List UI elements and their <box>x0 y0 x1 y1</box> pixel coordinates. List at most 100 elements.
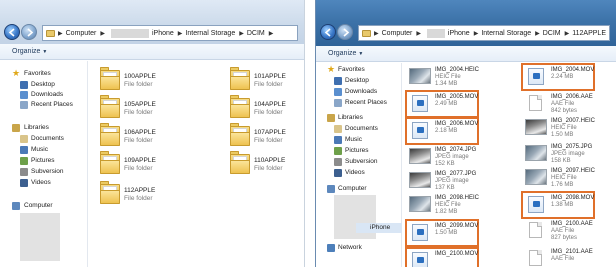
file-item[interactable]: IMG_2006.AAE AAE File 842 bytes <box>523 92 616 116</box>
file-item[interactable]: IMG_2098.HEIC HEIC File 1.82 MB <box>407 193 511 217</box>
organize-button[interactable]: Organize ▼ <box>12 48 47 55</box>
file-item[interactable]: IMG_2004.HEIC HEIC File 1.34 MB <box>407 65 511 89</box>
file-item-highlighted[interactable]: IMG_2005.MOV 2.49 MB <box>405 90 479 118</box>
file-size: 1.82 MB <box>435 209 458 215</box>
address-bar[interactable]: ▶ Computer ▶ iPhone ▶ Internal Storage ▶… <box>42 25 298 41</box>
nav-pictures-label: Pictures <box>345 147 369 154</box>
redacted-device-name <box>110 28 149 38</box>
nav-computer-label: Computer <box>338 185 367 192</box>
file-name: IMG_2075.JPG <box>551 144 593 150</box>
file-item[interactable]: IMG_2075.JPG JPEG image 158 KB <box>523 142 616 166</box>
folder-name: 106APPLE <box>124 129 156 136</box>
file-item-highlighted[interactable]: IMG_2099.MOV 1.50 MB <box>405 219 479 247</box>
folder-icon <box>229 123 251 147</box>
file-item[interactable]: IMG_2007.HEIC HEIC File 1.50 MB <box>523 116 616 140</box>
breadcrumb-computer[interactable]: Computer <box>66 30 97 37</box>
documents-icon <box>334 125 342 133</box>
file-size: 1.76 MB <box>551 182 574 188</box>
file-name: IMG_2074.JPG <box>435 147 477 153</box>
file-item-highlighted[interactable]: IMG_2004.MOV 2.24 MB <box>521 63 595 91</box>
file-list: 100APPLE File folder 101APPLE File folde… <box>89 61 304 267</box>
network-icon <box>327 244 335 252</box>
command-bar: Organize ▼ <box>0 44 304 60</box>
chevron-right-icon: ▶ <box>473 30 479 37</box>
back-arrow-icon <box>8 28 15 37</box>
photo-thumbnail <box>525 169 547 185</box>
file-item[interactable]: IMG_2097.HEIC HEIC File 1.76 MB <box>523 166 616 190</box>
forward-button[interactable] <box>337 24 353 40</box>
nav-favorites-label: Favorites <box>24 70 51 77</box>
navigation-pane: ★ Favorites Desktop Downloads Recent Pla… <box>316 63 402 267</box>
breadcrumb-iphone[interactable]: iPhone <box>448 30 470 37</box>
folder-item[interactable]: 100APPLE File folder <box>99 67 199 93</box>
address-bar[interactable]: ▶ Computer ▶ iPhone ▶ Internal Storage ▶… <box>358 25 610 41</box>
redacted-device-name <box>426 28 445 38</box>
organize-label: Organize <box>328 50 357 57</box>
file-name: IMG_2098.HEIC <box>435 195 480 201</box>
file-size: 1.50 MB <box>551 132 574 138</box>
pictures-icon <box>20 157 28 165</box>
folder-icon <box>362 30 371 37</box>
breadcrumb-112apple[interactable]: 112APPLE <box>572 30 606 37</box>
folder-item[interactable]: 107APPLE File folder <box>229 123 304 149</box>
file-type: HEIC File <box>551 125 577 131</box>
breadcrumb-iphone[interactable]: iPhone <box>152 30 174 37</box>
photo-thumbnail <box>409 196 431 212</box>
desktop-icon <box>20 81 28 89</box>
document-icon <box>529 95 542 111</box>
file-size: 158 KB <box>551 158 571 164</box>
nav-iphone[interactable]: iPhone <box>356 223 402 233</box>
breadcrumb-computer[interactable]: Computer <box>382 30 413 37</box>
folder-icon <box>99 123 121 147</box>
file-item[interactable]: IMG_2074.JPG JPEG image 152 KB <box>407 145 511 169</box>
file-size: 842 bytes <box>551 108 578 114</box>
movie-file-icon <box>412 95 428 112</box>
breadcrumb-dcim[interactable]: DCIM <box>247 30 265 37</box>
file-list: IMG_2004.HEIC HEIC File 1.34 MB IMG_2004… <box>403 63 616 267</box>
folder-item[interactable]: 106APPLE File folder <box>99 123 199 149</box>
forward-button[interactable] <box>21 24 37 40</box>
back-button[interactable] <box>4 24 20 40</box>
file-size: 1.38 MB <box>551 202 574 208</box>
folder-item[interactable]: 105APPLE File folder <box>99 95 199 121</box>
file-item[interactable]: IMG_2101.AAE AAE File <box>523 247 616 267</box>
nav-music-label: Music <box>345 136 362 143</box>
back-button[interactable] <box>320 24 336 40</box>
folder-icon <box>229 95 251 119</box>
recent-places-icon <box>334 99 342 107</box>
file-item-highlighted[interactable]: IMG_2100.MOV <box>405 247 479 267</box>
folder-name: 104APPLE <box>254 101 286 108</box>
file-item-highlighted[interactable]: IMG_2098.MOV 1.38 MB <box>521 191 595 219</box>
organize-button[interactable]: Organize ▼ <box>328 50 363 57</box>
file-item-highlighted[interactable]: IMG_2006.MOV 2.18 MB <box>405 117 479 145</box>
folder-item[interactable]: 101APPLE File folder <box>229 67 304 93</box>
file-size: 2.24 MB <box>551 74 574 80</box>
nav-computer-label: Computer <box>24 202 53 209</box>
folder-icon <box>99 151 121 175</box>
folder-name: 109APPLE <box>124 157 156 164</box>
folder-item[interactable]: 104APPLE File folder <box>229 95 304 121</box>
folder-item[interactable]: 110APPLE File folder <box>229 151 304 177</box>
folder-item[interactable]: 109APPLE File folder <box>99 151 199 177</box>
folder-item[interactable]: 112APPLE File folder <box>99 181 199 207</box>
file-item[interactable]: IMG_2077.JPG JPEG image 137 KB <box>407 169 511 193</box>
nav-videos-label: Videos <box>345 169 365 176</box>
nav-downloads-label: Downloads <box>31 91 64 98</box>
pictures-icon <box>334 147 342 155</box>
nav-libraries-label: Libraries <box>338 114 363 121</box>
explorer-window-112apple: ▶ Computer ▶ iPhone ▶ Internal Storage ▶… <box>315 0 616 267</box>
file-item[interactable]: IMG_2100.AAE AAE File 827 bytes <box>523 219 616 243</box>
document-icon <box>529 222 542 238</box>
folder-icon <box>229 67 251 91</box>
folder-type: File folder <box>124 81 153 88</box>
command-bar: Organize ▼ <box>316 46 616 62</box>
breadcrumb-internal-storage[interactable]: Internal Storage <box>481 30 531 37</box>
breadcrumb-dcim[interactable]: DCIM <box>543 30 561 37</box>
file-name: IMG_2004.MOV <box>551 67 595 73</box>
file-size: 827 bytes <box>551 235 578 241</box>
chevron-right-icon: ▶ <box>535 30 540 37</box>
folder-name: 110APPLE <box>254 157 286 164</box>
file-type: JPEG image <box>435 178 469 184</box>
window-chrome: ▶ Computer ▶ iPhone ▶ Internal Storage ▶… <box>316 0 616 46</box>
breadcrumb-internal-storage[interactable]: Internal Storage <box>185 30 235 37</box>
